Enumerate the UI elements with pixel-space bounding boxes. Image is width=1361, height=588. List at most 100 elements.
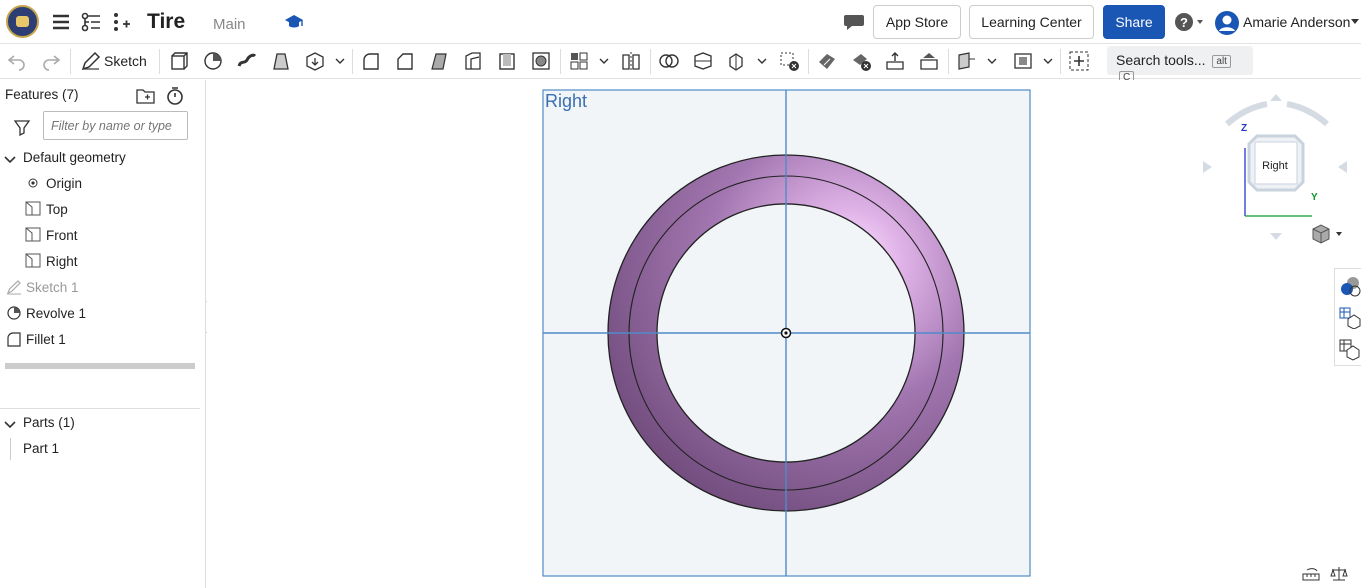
mass-properties-icon[interactable] <box>1330 566 1348 582</box>
fillet-icon <box>7 332 21 347</box>
user-avatar-icon[interactable] <box>1214 10 1240 36</box>
delete-part-icon[interactable] <box>778 50 800 72</box>
app-logo[interactable] <box>6 5 39 38</box>
user-name[interactable]: Amarie Anderson <box>1243 14 1350 30</box>
arrow-left-icon[interactable] <box>1203 161 1212 173</box>
measure-icon[interactable] <box>1302 568 1320 582</box>
mirror-icon[interactable] <box>620 50 642 72</box>
move-face-icon[interactable] <box>884 50 906 72</box>
feature-panel: Features (7) Default geometry Origin Top… <box>0 80 206 588</box>
plane-icon <box>25 201 41 216</box>
top-bar: Tire Main App Store Learning Center Shar… <box>0 0 1361 44</box>
rollback-timer-icon[interactable] <box>165 86 185 106</box>
model-canvas[interactable] <box>207 80 1361 588</box>
feature-filter-input[interactable] <box>43 111 188 140</box>
chevron-down-icon[interactable] <box>598 50 610 72</box>
sweep-icon[interactable] <box>236 50 258 72</box>
app-store-button[interactable]: App Store <box>873 5 961 39</box>
appearance-icon[interactable] <box>1339 275 1361 297</box>
transform-icon[interactable] <box>726 50 748 72</box>
insert-feature-icon[interactable] <box>110 11 132 33</box>
sketch-button-label[interactable]: Sketch <box>104 53 147 69</box>
modify-fillet-icon[interactable] <box>816 50 838 72</box>
plane-icon <box>25 227 41 242</box>
version-graph-icon[interactable] <box>80 11 102 33</box>
rotate-right-arrow-icon[interactable] <box>1286 101 1329 127</box>
mate-connector-icon[interactable] <box>1012 50 1034 72</box>
chevron-down-icon[interactable] <box>4 154 16 166</box>
rotate-left-arrow-icon[interactable] <box>1225 101 1268 127</box>
search-tools-input[interactable]: Search tools... alt C <box>1107 46 1253 84</box>
rollback-bar[interactable] <box>5 363 195 369</box>
feature-toolbar: Sketch Search tools... alt C <box>0 44 1361 84</box>
feature-top-plane[interactable]: Top <box>46 200 68 220</box>
tree-guide <box>10 438 11 460</box>
rib-icon[interactable] <box>462 50 484 72</box>
education-cap-icon[interactable] <box>284 12 304 32</box>
add-folder-icon[interactable] <box>136 87 156 105</box>
default-geometry-folder[interactable]: Default geometry <box>23 148 126 168</box>
boolean-icon[interactable] <box>658 50 680 72</box>
plane-label: Right <box>545 91 588 111</box>
feature-sketch-1[interactable]: Sketch 1 <box>26 278 79 298</box>
menu-icon[interactable] <box>50 11 72 33</box>
feature-origin[interactable]: Origin <box>46 174 82 194</box>
features-title: Features (7) <box>5 87 79 102</box>
branch-label[interactable]: Main <box>213 16 246 33</box>
fillet-icon[interactable] <box>360 50 382 72</box>
learning-center-button[interactable]: Learning Center <box>969 5 1094 39</box>
plane-icon[interactable] <box>956 50 978 72</box>
feature-front-plane[interactable]: Front <box>46 226 78 246</box>
origin-icon <box>28 178 38 188</box>
svg-text:?: ? <box>1180 15 1188 30</box>
draft-icon[interactable] <box>428 50 450 72</box>
undo-icon[interactable] <box>6 50 28 72</box>
delete-face-icon[interactable] <box>850 50 872 72</box>
document-title[interactable]: Tire <box>147 10 185 34</box>
revolve-icon[interactable] <box>202 50 224 72</box>
revolve-icon <box>7 306 21 320</box>
parts-title[interactable]: Parts (1) <box>23 413 75 433</box>
bom-table-icon[interactable] <box>1339 307 1361 329</box>
view-options-icon[interactable] <box>1311 224 1343 244</box>
graphics-area[interactable]: Right Right Z Y <box>207 80 1361 588</box>
filter-icon[interactable] <box>13 118 31 136</box>
redo-icon[interactable] <box>40 50 62 72</box>
comments-icon[interactable] <box>843 12 865 32</box>
right-panel-rail <box>1334 268 1361 366</box>
add-custom-feature-icon[interactable] <box>1068 50 1090 72</box>
hole-icon[interactable] <box>530 50 552 72</box>
arrow-down-icon[interactable] <box>1270 233 1282 240</box>
shell-icon[interactable] <box>496 50 518 72</box>
help-icon[interactable]: ? <box>1174 12 1206 32</box>
arrow-right-icon[interactable] <box>1338 161 1347 173</box>
viewcube-face-label[interactable]: Right <box>1262 160 1288 172</box>
shortcut-key-alt: alt <box>1212 55 1231 68</box>
chevron-down-icon[interactable] <box>4 419 16 431</box>
chamfer-icon[interactable] <box>394 50 416 72</box>
replace-face-icon[interactable] <box>918 50 940 72</box>
sketch-icon <box>6 280 21 295</box>
chevron-down-icon[interactable] <box>756 50 768 72</box>
chevron-down-icon[interactable] <box>334 50 346 72</box>
feature-revolve-1[interactable]: Revolve 1 <box>26 304 86 324</box>
chevron-down-icon[interactable] <box>1042 50 1054 72</box>
share-button[interactable]: Share <box>1103 5 1165 39</box>
arrow-up-icon[interactable] <box>1270 94 1282 101</box>
pattern-icon[interactable] <box>568 50 590 72</box>
extrude-icon[interactable] <box>168 50 190 72</box>
chevron-down-icon[interactable] <box>1350 18 1360 26</box>
sketch-pencil-icon[interactable] <box>80 50 102 72</box>
feature-fillet-1[interactable]: Fillet 1 <box>26 330 66 350</box>
loft-icon[interactable] <box>270 50 292 72</box>
split-icon[interactable] <box>692 50 714 72</box>
feature-right-plane[interactable]: Right <box>46 252 78 272</box>
panel-divider <box>0 408 200 409</box>
search-tools-label: Search tools... <box>1116 52 1206 68</box>
chevron-down-icon[interactable] <box>986 50 998 72</box>
axis-y-label: Y <box>1311 192 1318 203</box>
part-1[interactable]: Part 1 <box>23 439 59 459</box>
plane-icon <box>25 253 41 268</box>
thicken-icon[interactable] <box>304 50 326 72</box>
configurations-icon[interactable] <box>1339 339 1361 361</box>
